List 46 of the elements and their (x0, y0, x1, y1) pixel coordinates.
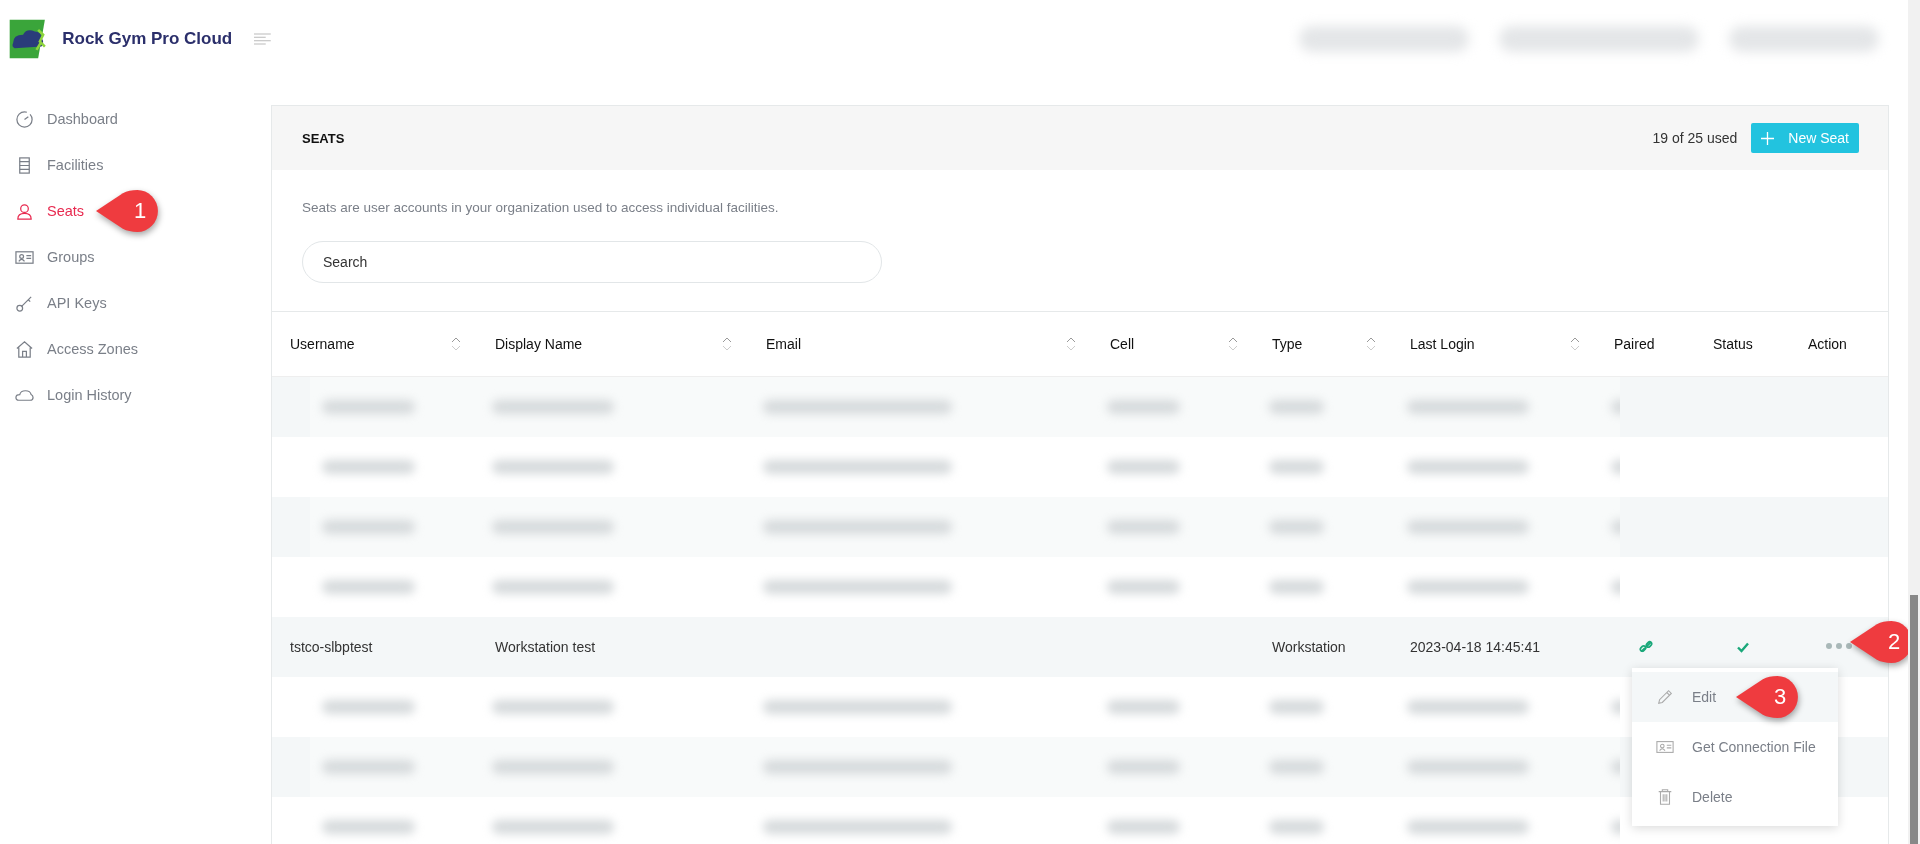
scrollbar-thumb[interactable] (1910, 595, 1918, 844)
column-header: Email (766, 336, 801, 352)
usage-count: 19 of 25 used (1652, 130, 1738, 146)
column-header: Cell (1110, 336, 1135, 352)
trash-icon (1656, 788, 1674, 806)
brand-name: Rock Gym Pro Cloud (62, 29, 233, 49)
house-icon (15, 339, 34, 359)
new-seat-button[interactable]: New Seat (1751, 123, 1859, 153)
table-cell: Workstation (1272, 639, 1346, 655)
menu-item[interactable]: Delete (1632, 772, 1838, 822)
column-header: Status (1713, 336, 1753, 352)
column-header: Display Name (495, 336, 583, 352)
sort-icon[interactable] (1366, 336, 1376, 352)
user-icon (15, 201, 34, 221)
column-header: Last Login (1410, 336, 1475, 352)
search-field[interactable]: Search (302, 241, 882, 283)
sidebar-item[interactable]: API Keys (0, 293, 107, 313)
sort-icon[interactable] (1066, 336, 1076, 352)
description-text: Seats are user accounts in your organization used to access individual facilities. (302, 200, 780, 215)
table-cell: Workstation test (495, 639, 596, 655)
sidebar-item[interactable]: Access Zones (0, 339, 139, 359)
sort-icon[interactable] (451, 336, 461, 352)
sort-icon[interactable] (1570, 336, 1580, 352)
sort-icon[interactable] (722, 336, 732, 352)
sidebar-item[interactable]: Groups (0, 247, 95, 267)
table-cell: tstco-slbptest (290, 639, 373, 655)
sort-icon[interactable] (1228, 336, 1238, 352)
column-header: Paired (1614, 336, 1655, 352)
sidebar-item[interactable]: Facilities (0, 155, 104, 175)
sidebar-item[interactable]: Seats (0, 201, 85, 221)
id-card-icon (1656, 738, 1674, 756)
column-header: Action (1808, 336, 1847, 352)
menu-item[interactable]: Get Connection File (1632, 722, 1838, 772)
menu-icon[interactable] (254, 32, 271, 46)
callout-badge: 3 (1736, 676, 1800, 718)
callout-badge: 1 (96, 190, 160, 232)
table-cell: 2023-04-18 14:45:41 (1410, 639, 1540, 655)
more-options-button[interactable] (1825, 642, 1853, 652)
card-title: SEATS (302, 130, 346, 146)
column-header: Type (1272, 336, 1303, 352)
column-header: Username (290, 336, 355, 352)
plus-icon (1761, 131, 1775, 145)
sidebar-item[interactable]: Dashboard (0, 109, 118, 129)
sidebar-item[interactable]: Login History (0, 385, 132, 405)
gauge-icon (15, 109, 34, 129)
pencil-icon (1656, 688, 1674, 706)
